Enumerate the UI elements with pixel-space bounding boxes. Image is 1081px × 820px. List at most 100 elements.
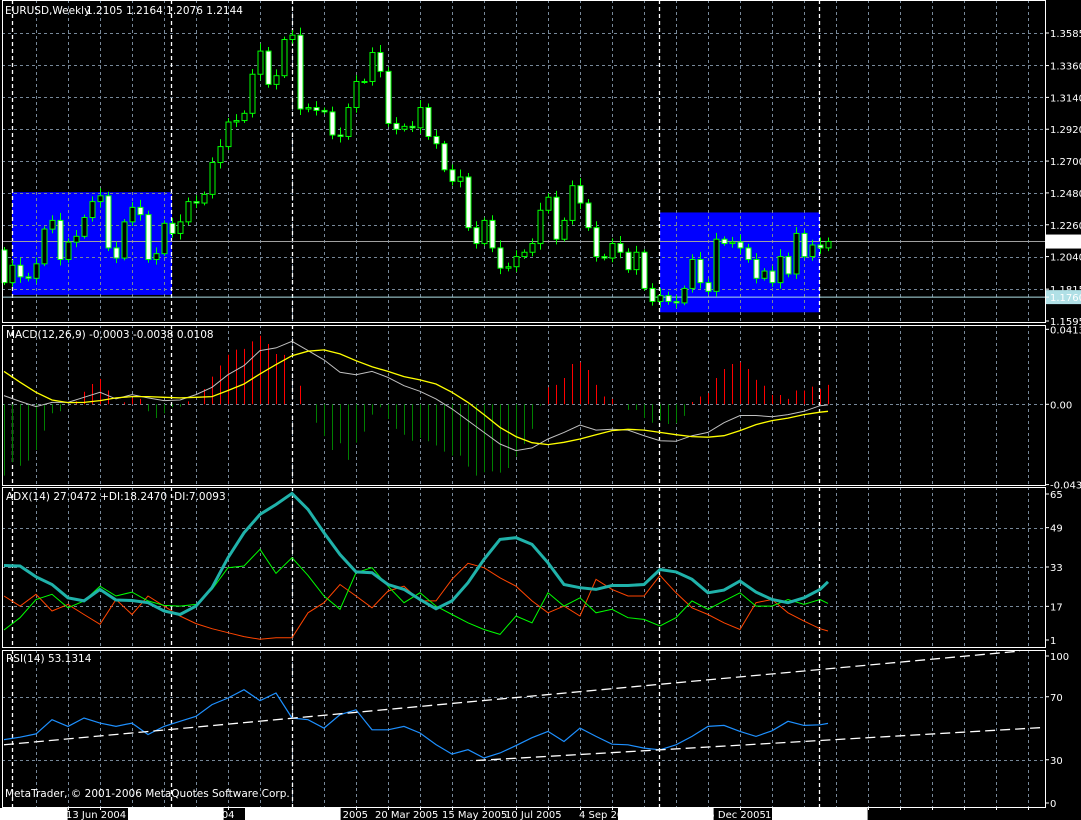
candle-body [65,241,72,260]
price-axis-label: 1.2260 [1050,221,1081,232]
copyright-text: MetaTrader, © 2001-2006 MetaQuotes Softw… [5,788,290,800]
candle-body [689,258,696,289]
time-axis-label: 13 Jun 2004 [66,810,126,820]
candle-body [705,282,712,292]
candle-body [329,111,336,136]
candle-body [9,264,16,284]
macd-main-line [3,340,829,452]
time-axis-label: 04.25 00:00 [2,810,63,820]
axes: 1.3585 1.3360 1.3140 1.2920 1.2700 1.2480 1.22… [0,29,1081,820]
candle-body [377,52,384,72]
candle-body [809,244,816,258]
candle-body [105,195,112,249]
candle-body [281,39,288,77]
candle-body [825,241,832,249]
candle-body [97,195,104,203]
candle-body [513,256,520,268]
time-axis-label: 2004.12.26 00:00 [247,810,336,820]
macd-axis-label: 0.00 [1050,400,1072,411]
candle-body [537,209,544,245]
candle-body [161,222,168,255]
candle-body [41,228,48,265]
candle-body [433,135,440,145]
candle-body [617,243,624,253]
chart-ohlc-values: 1.2105 1.2164 1.2076 1.2144 [86,5,243,17]
candle-body [337,134,344,137]
candle-body [361,80,368,83]
candle-body [145,214,152,260]
candle-body [57,219,64,260]
candle-body [113,247,120,259]
candle-body [393,122,400,130]
candle-body [505,266,512,269]
candle-body [609,243,616,259]
time-axis-label: 10 Jul 2005 [505,810,562,820]
rsi-panel [3,650,1045,762]
candle-body [321,109,328,113]
candle-body [457,176,464,182]
candle-body [769,270,776,284]
candle-body [89,201,96,219]
candle-body [585,202,592,229]
candle-body [601,256,608,259]
candle-body [345,107,352,137]
bid-price-tag-label: 1.2144 [1050,238,1081,249]
time-axis-label: 15 May 2005 [442,810,507,820]
candle-body [17,264,24,278]
candle-body [681,287,688,304]
candle-body [521,251,528,258]
adx-axis-label: 1 [1050,636,1056,647]
candle-body [761,270,768,279]
candle-body [473,227,480,245]
candle-body [817,244,824,249]
adx-main-line [3,491,830,617]
candle-body [33,263,40,279]
candle-body [425,107,432,137]
candle-body [481,219,488,245]
time-axis-label: 25 Dec 2005 [702,810,766,820]
rsi-axis-label: 100 [1050,652,1069,663]
adx-axis-label: 65 [1050,490,1063,501]
candle-body [369,52,376,82]
rsi-indicator-label: RSI(14) 53.1314 [6,653,92,665]
candle-body [737,241,744,249]
candle-body [441,143,448,171]
time-axis-label: 2005.11.13 00:00 [620,810,709,820]
trading-chart[interactable]: 1.3585 1.3360 1.3140 1.2920 1.2700 1.2480 1.22… [0,0,1081,820]
candle-body [217,146,224,164]
candle-body [633,251,640,271]
candle-body [593,227,600,258]
candle-body [25,276,32,279]
rsi-trendline[interactable] [475,726,1045,762]
candle-body [169,222,176,234]
candle-body [225,121,232,148]
chart-symbol-title: EURUSD,Weekly [5,5,90,17]
candle-body [713,238,720,292]
candle-body [801,232,808,258]
candle-body [793,232,800,275]
candle-body [201,193,208,204]
candle-body [417,107,424,129]
adx-plus-di-line [3,548,829,635]
adx-axis-label: 49 [1050,524,1063,535]
candle-body [465,176,472,229]
candle-body [545,196,552,211]
candle-body [121,221,128,259]
time-axis-label: 2006.04.02 00:00 [774,810,863,820]
candle-body [289,34,296,41]
candle-body [177,221,184,234]
candle-body [297,34,304,110]
candle-body [73,235,80,243]
candle-body [241,112,248,122]
candle-body [673,300,680,304]
candle-body [265,50,272,85]
candle-body [401,125,408,130]
candle-body [313,107,320,111]
macd-panel [3,335,829,476]
adx-indicator-label: ADX(14) 27.0472 +DI:18.2470 -DI:7.0093 [6,491,226,503]
candle-body [193,201,200,204]
candle-body [529,243,536,253]
price-axis-label: 1.2480 [1050,189,1081,200]
price-axis-label: 1.3585 [1050,29,1081,40]
time-axis-label: 20 Mar 2005 [375,810,438,820]
